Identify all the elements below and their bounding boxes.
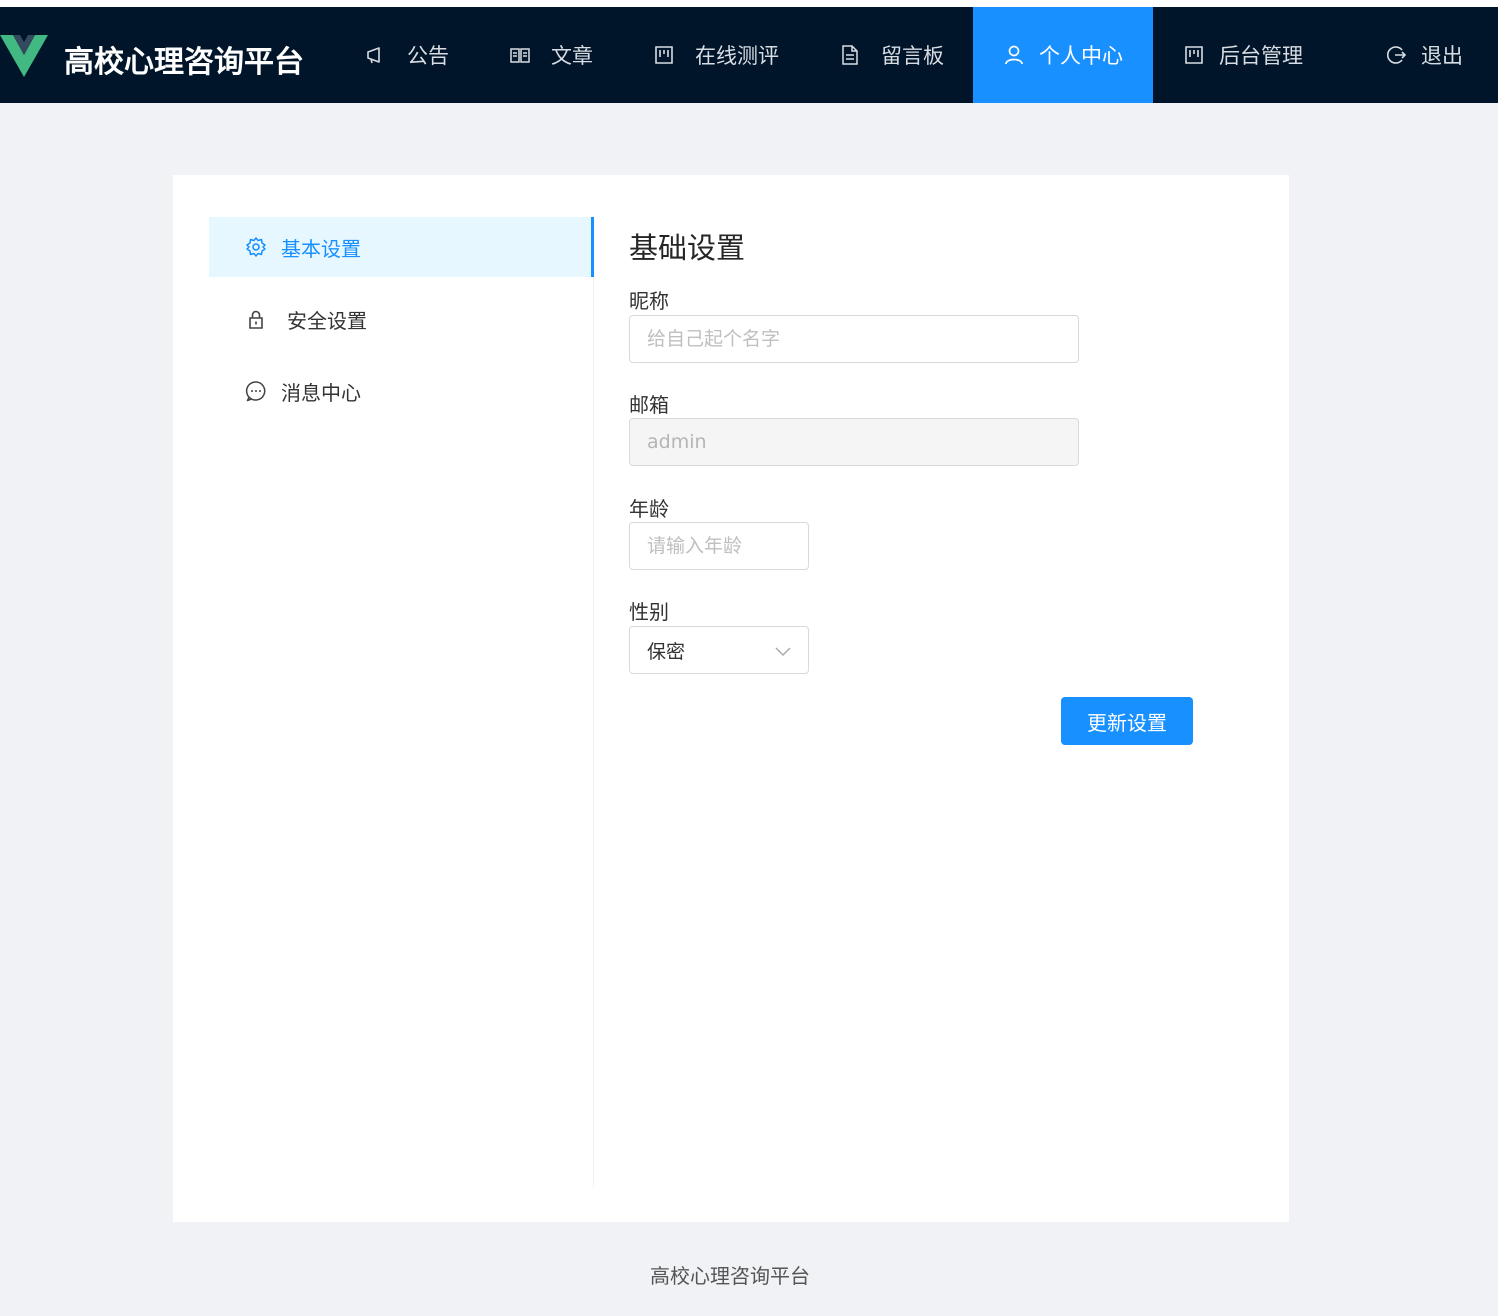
nav-item-label: 后台管理	[1219, 44, 1303, 68]
nav-item-label: 退出	[1421, 44, 1463, 68]
nav-item-admin[interactable]: 后台管理	[1183, 7, 1303, 103]
vue-logo-icon	[0, 35, 48, 77]
sidebar-item-label: 基本设置	[281, 236, 361, 261]
board-icon	[1183, 44, 1205, 66]
nav-item-personal-center[interactable]: 个人中心	[973, 7, 1153, 103]
gear-icon	[245, 236, 267, 258]
gender-label: 性别	[629, 600, 669, 624]
chevron-down-icon	[774, 642, 792, 660]
nickname-label: 昵称	[629, 289, 669, 313]
message-icon	[245, 380, 267, 402]
lock-icon	[245, 308, 267, 330]
nav-item-message-board[interactable]: 留言板	[839, 7, 944, 103]
nav-item-label: 在线测评	[695, 44, 779, 68]
megaphone-icon	[365, 44, 387, 66]
update-settings-button[interactable]: 更新设置	[1061, 697, 1193, 745]
window-top-strip	[0, 0, 1498, 7]
sidebar-item-security-settings[interactable]: 安全设置	[209, 289, 593, 349]
user-icon	[1003, 44, 1025, 66]
nav-item-articles[interactable]: 文章	[509, 7, 593, 103]
nav-item-assessment[interactable]: 在线测评	[653, 7, 779, 103]
settings-card: 基本设置 安全设置 消息中心 基础设置 昵称 邮箱 年龄 性别 保密	[173, 175, 1289, 1222]
gender-select[interactable]: 保密	[629, 626, 809, 674]
settings-sidebar-menu: 基本设置 安全设置 消息中心	[209, 217, 594, 1187]
nav-item-label: 公告	[407, 44, 449, 68]
footer-text: 高校心理咨询平台	[650, 1264, 810, 1288]
email-input	[629, 418, 1079, 466]
sidebar-item-message-center[interactable]: 消息中心	[209, 361, 593, 421]
top-navbar: 高校心理咨询平台 公告 文章 在线测评 留言板 个人中心 后台管理 退出	[0, 7, 1498, 103]
nav-item-label: 个人中心	[1039, 44, 1123, 68]
nickname-input[interactable]	[629, 315, 1079, 363]
logout-icon	[1385, 44, 1407, 66]
page-title: 基础设置	[629, 231, 746, 265]
brand-title[interactable]: 高校心理咨询平台	[64, 37, 304, 81]
nav-item-label: 文章	[551, 44, 593, 68]
book-icon	[509, 44, 531, 66]
gender-select-value: 保密	[647, 640, 686, 663]
sidebar-item-label: 消息中心	[281, 380, 361, 405]
nav-item-announcement[interactable]: 公告	[365, 7, 449, 103]
email-label: 邮箱	[629, 393, 669, 417]
age-label: 年龄	[629, 497, 669, 521]
board-icon	[653, 44, 675, 66]
age-input[interactable]	[629, 522, 809, 570]
nav-item-label: 留言板	[881, 44, 944, 68]
sidebar-item-basic-settings[interactable]: 基本设置	[209, 217, 594, 277]
nav-item-logout[interactable]: 退出	[1385, 7, 1463, 103]
file-text-icon	[839, 44, 861, 66]
sidebar-item-label: 安全设置	[287, 308, 367, 333]
